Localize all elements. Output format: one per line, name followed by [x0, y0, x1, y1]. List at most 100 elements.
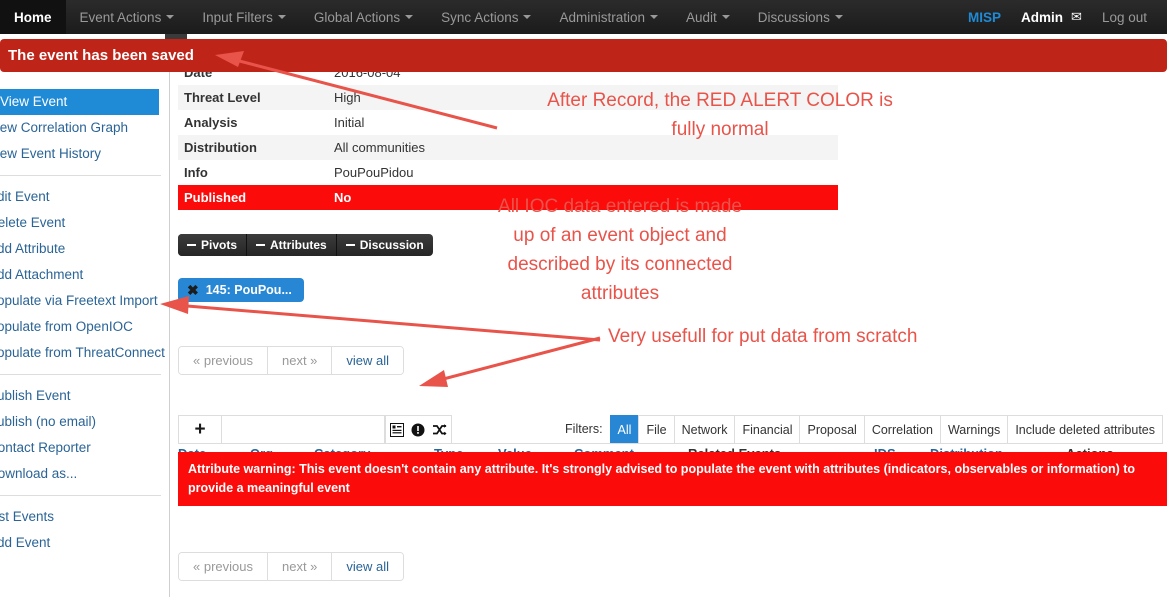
sidebar-divider [0, 175, 161, 176]
chevron-down-icon [166, 15, 175, 19]
table-row: Threat Level High [178, 85, 838, 110]
sidebar-item-view-correlation-graph[interactable]: View Correlation Graph [0, 115, 169, 141]
nav-item-label: Sync Actions [441, 9, 519, 25]
toggle-pivots-button[interactable]: Pivots [178, 234, 248, 256]
sidebar-divider [0, 374, 161, 375]
minus-icon [256, 243, 266, 247]
sidebar-item-populate-from-threatconnect[interactable]: Populate from ThreatConnect [0, 340, 169, 366]
nav-item-label: Audit [686, 9, 717, 25]
minus-icon [187, 243, 196, 247]
previous-page-button[interactable]: « previous [179, 347, 268, 374]
event-detail-table: Date 2016-08-04 Threat Level High Analys… [178, 60, 838, 210]
sidebar-item-view-event-history[interactable]: View Event History [0, 141, 169, 167]
sidebar-item-populate-via-freetext-import[interactable]: Populate via Freetext Import [0, 288, 169, 314]
sidebar-item-delete-event[interactable]: Delete Event [0, 210, 169, 236]
sidebar-item-publish-no-email[interactable]: Publish (no email) [0, 409, 169, 435]
nav-item-label: Discussions [757, 9, 830, 25]
sidebar-item-add-event[interactable]: Add Event [0, 530, 169, 556]
sidebar-item-list-events[interactable]: List Events [0, 504, 169, 530]
sidebar-item-add-attachment[interactable]: Add Attachment [0, 262, 169, 288]
brand-link[interactable]: MISP [958, 10, 1011, 25]
sidebar-item-label: View Correlation Graph [0, 120, 129, 135]
chevron-down-icon [650, 15, 659, 19]
chevron-down-icon [834, 15, 843, 19]
event-field-label: Info [184, 165, 208, 180]
chevron-down-icon [405, 15, 414, 19]
view-all-button[interactable]: view all [332, 553, 404, 580]
filter-all[interactable]: All [609, 415, 639, 443]
nav-item-input-filters[interactable]: Input Filters [188, 0, 300, 34]
envelope-icon[interactable]: ✉ [1067, 9, 1092, 25]
sidebar-item-label: Populate from OpenIOC [0, 319, 133, 334]
nav-item-audit[interactable]: Audit [672, 0, 744, 34]
filter-network[interactable]: Network [673, 415, 735, 443]
event-field-label: Distribution [184, 140, 257, 155]
shuffle-icon[interactable] [432, 423, 447, 437]
event-field-value: No [334, 190, 352, 205]
event-field-label: Threat Level [184, 90, 261, 105]
flash-message[interactable]: The event has been saved [0, 39, 1167, 72]
sidebar-item-view-event[interactable]: View Event [0, 89, 159, 115]
filter-financial[interactable]: Financial [734, 415, 800, 443]
filters-label: Filters: [565, 422, 603, 436]
pivot-chip-label: 145: PouPou... [205, 283, 292, 297]
nav-item-label: Administration [559, 9, 646, 25]
event-field-value: Initial [334, 115, 365, 130]
toggle-label: Attributes [270, 238, 327, 252]
nav-item-event-actions[interactable]: Event Actions [66, 0, 189, 34]
filter-include-deleted-attributes[interactable]: Include deleted attributes [1007, 415, 1163, 443]
sidebar-item-label: Add Attribute [0, 241, 66, 256]
pagination-top: « previous next » view all [178, 346, 405, 375]
toggle-attributes-button[interactable]: Attributes [247, 234, 337, 256]
event-field-value: PouPouPidou [334, 165, 414, 180]
close-icon[interactable]: ✖ [187, 283, 199, 297]
sidebar-item-add-attribute[interactable]: Add Attribute [0, 236, 169, 262]
toggle-label: Discussion [359, 238, 424, 252]
nav-item-global-actions[interactable]: Global Actions [300, 0, 427, 34]
attribute-view-toggle-group[interactable] [385, 415, 452, 443]
add-attribute-button[interactable]: + [178, 415, 222, 443]
sidebar-item-download-as[interactable]: Download as... [0, 461, 169, 487]
event-field-value: High [334, 90, 361, 105]
nav-item-label: Home [14, 9, 52, 25]
nav-item-label: Global Actions [313, 9, 401, 25]
sidebar-item-label: List Events [0, 509, 55, 524]
nav-item-administration[interactable]: Administration [545, 0, 672, 34]
sidebar-item-populate-from-openioc[interactable]: Populate from OpenIOC [0, 314, 169, 340]
next-page-button[interactable]: next » [267, 553, 333, 580]
sidebar-item-publish-event[interactable]: Publish Event [0, 383, 169, 409]
toggle-discussion-button[interactable]: Discussion [336, 234, 433, 256]
sidebar-item-label: Delete Event [0, 215, 66, 230]
filter-proposal[interactable]: Proposal [799, 415, 864, 443]
table-row: Distribution All communities [178, 135, 838, 160]
sidebar-item-contact-reporter[interactable]: Contact Reporter [0, 435, 169, 461]
list-view-icon[interactable] [390, 422, 404, 437]
filter-warnings[interactable]: Warnings [939, 415, 1008, 443]
chevron-down-icon [523, 15, 532, 19]
filter-file[interactable]: File [638, 415, 674, 443]
pivot-chip-145[interactable]: ✖ 145: PouPou... [178, 278, 304, 302]
view-all-button[interactable]: view all [332, 347, 404, 374]
current-user-label[interactable]: Admin [1011, 10, 1067, 25]
logout-link[interactable]: Log out [1092, 10, 1157, 25]
sidebar-item-label: Publish (no email) [0, 414, 97, 429]
nav-item-label: Input Filters [202, 9, 273, 25]
warning-circle-icon[interactable] [411, 423, 425, 437]
filter-correlation[interactable]: Correlation [863, 415, 940, 443]
flash-message-text: The event has been saved [8, 47, 194, 64]
nav-item-discussions[interactable]: Discussions [744, 0, 857, 34]
nav-item-sync-actions[interactable]: Sync Actions [427, 0, 545, 34]
sidebar-item-label: Download as... [0, 466, 78, 481]
table-row-published: Published No [178, 185, 838, 210]
sidebar-item-label: Add Attachment [0, 267, 84, 282]
event-field-label: Analysis [184, 115, 238, 130]
nav-item-label: Event Actions [79, 9, 162, 25]
previous-page-button[interactable]: « previous [179, 553, 268, 580]
top-navbar: Home Event Actions Input Filters Global … [0, 0, 1167, 34]
sidebar-item-edit-event[interactable]: Edit Event [0, 184, 169, 210]
nav-item-home[interactable]: Home [0, 0, 66, 34]
main-content: Date 2016-08-04 Threat Level High Analys… [170, 34, 1167, 597]
next-page-button[interactable]: next » [267, 347, 333, 374]
toggle-label: Pivots [201, 238, 238, 252]
pivot-toggle-group: Pivots Attributes Discussion [178, 234, 433, 256]
